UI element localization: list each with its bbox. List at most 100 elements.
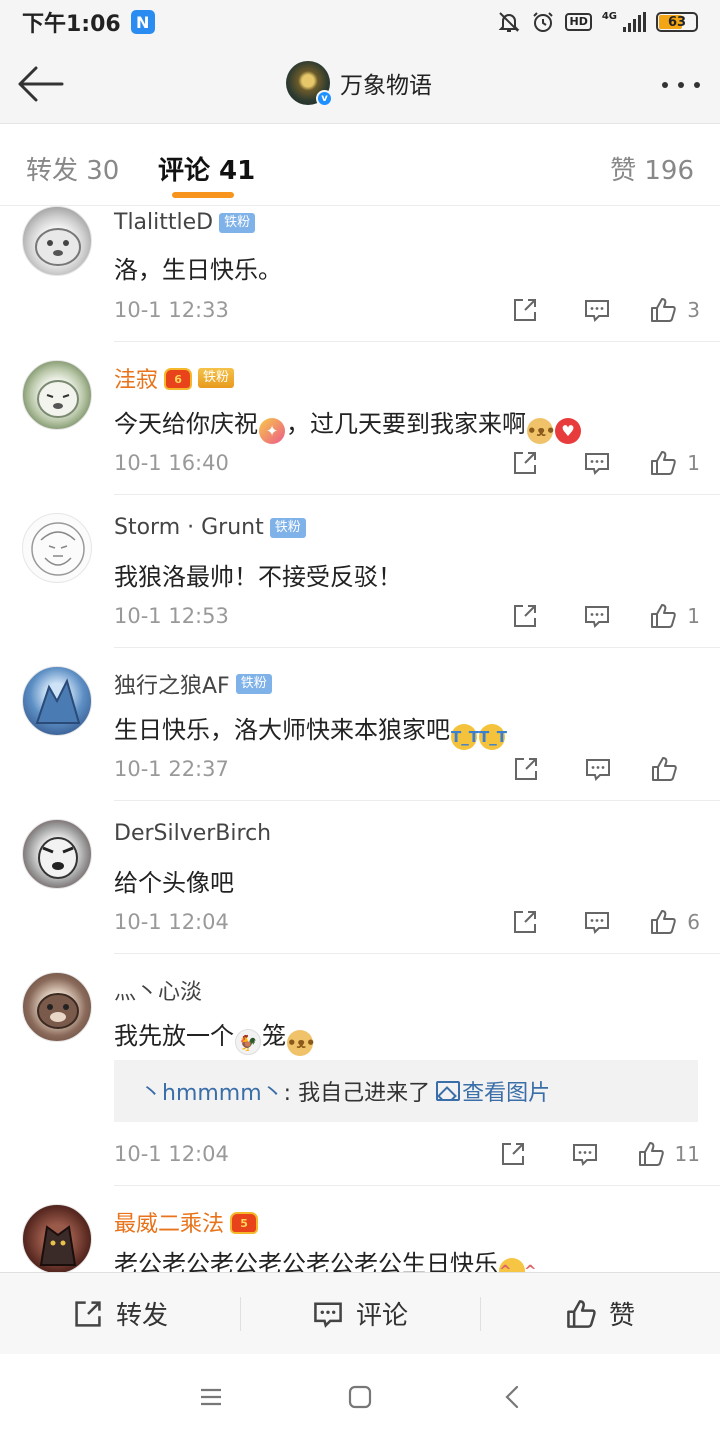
comment-list[interactable]: TlalittleD 铁粉 洛，生日快乐。 10-1 12:33 3 洼寂 6 … <box>0 206 720 1272</box>
comment-text: 老公老公老公老公老公老公生日快乐^‿^ <box>114 1244 537 1272</box>
top-nav-bar: v 万象物语 <box>0 44 720 124</box>
thumbs-up-icon <box>567 1299 596 1328</box>
like-count: 1 <box>687 451 700 475</box>
fan-badge: 铁粉 <box>198 368 235 388</box>
account-name[interactable]: 万象物语 <box>340 66 432 100</box>
signal-icon <box>623 12 646 32</box>
chicken-emoji-icon: 🐓 <box>235 1029 261 1055</box>
reply-icon[interactable] <box>583 296 611 324</box>
status-bar: 下午1:06 N HD 4G 63 <box>0 0 720 44</box>
thumbs-up-icon <box>651 604 677 628</box>
username[interactable]: TlalittleD <box>114 210 213 235</box>
home-icon[interactable] <box>347 1384 373 1410</box>
back-arrow-icon[interactable] <box>16 64 64 104</box>
comment-button[interactable]: 评论 <box>240 1273 480 1354</box>
share-icon[interactable] <box>499 1140 527 1168</box>
doge-emoji-icon: •ᴥ• <box>287 1030 315 1056</box>
battery-level: 63 <box>667 14 687 30</box>
like-count: 11 <box>674 1142 700 1166</box>
detail-tabs: 转发 30 评论 41 赞 196 <box>0 124 720 206</box>
reply-icon[interactable] <box>583 449 611 477</box>
crown-icon: 6 <box>164 366 193 390</box>
avatar[interactable] <box>22 206 92 276</box>
avatar[interactable] <box>22 360 92 430</box>
username[interactable]: 灬丶心淡 <box>114 974 202 1006</box>
comment-text: 我狼洛最帅！不接受反驳！ <box>114 563 402 591</box>
like-label: 赞 <box>608 1301 635 1331</box>
battery-icon: 63 <box>656 12 698 32</box>
back-icon[interactable] <box>500 1384 526 1410</box>
view-image-link[interactable]: 查看图片 <box>436 1075 550 1107</box>
avatar[interactable] <box>22 666 92 736</box>
reply-icon[interactable] <box>583 908 611 936</box>
thumbs-up-icon <box>651 451 677 475</box>
like-count: 3 <box>687 298 700 322</box>
comment-time: 10-1 12:53 <box>114 604 229 628</box>
fan-badge: 铁粉 <box>235 674 272 694</box>
comment-text: 我先放一个 🐓 笼•ᴥ• <box>114 1016 315 1056</box>
username[interactable]: DerSilverBirch <box>114 821 271 846</box>
like-button[interactable]: 6 <box>649 908 700 936</box>
comment-item: 最威二乘法 5 老公老公老公老公老公老公生日快乐^‿^ <box>0 1186 720 1272</box>
comment-text: 洛，生日快乐。 <box>114 256 282 284</box>
network-type: 4G <box>601 11 617 22</box>
comment-text: 今天给你庆祝 ✦ ，过几天要到我家来啊•ᴥ• ♥ <box>114 404 582 444</box>
thumbs-up-icon <box>651 298 677 322</box>
hug-emoji-icon: ^‿^ <box>499 1258 537 1272</box>
crying-emoji-icon: T_T <box>451 724 479 750</box>
reply-icon[interactable] <box>584 755 612 783</box>
status-time: 下午1:06 <box>22 12 121 37</box>
comment-text: 给个头像吧 <box>114 869 234 897</box>
alarm-icon <box>533 12 554 32</box>
like-button[interactable]: 1 <box>649 602 700 630</box>
reply-username[interactable]: 丶hmmmm丶 <box>140 1075 284 1107</box>
account-avatar[interactable]: v <box>286 61 333 107</box>
notification-app-icon: N <box>130 10 155 34</box>
sub-reply[interactable]: 丶hmmmm丶 : 我自己进来了 查看图片 <box>114 1060 698 1122</box>
crown-icon: 5 <box>230 1210 259 1234</box>
like-button[interactable] <box>650 755 700 783</box>
share-icon[interactable] <box>512 755 540 783</box>
more-options-icon[interactable] <box>662 82 700 88</box>
thumbs-up-icon <box>652 757 677 781</box>
tab-like[interactable]: 赞 196 <box>610 150 694 187</box>
avatar[interactable] <box>22 1204 92 1272</box>
tab-comment[interactable]: 评论 41 <box>158 150 255 187</box>
comment-item: DerSilverBirch 给个头像吧 10-1 12:04 6 <box>0 801 720 954</box>
username[interactable]: Storm · Grunt <box>114 515 264 540</box>
comment-item: Storm · Grunt 铁粉 我狼洛最帅！不接受反驳！ 10-1 12:53… <box>0 495 720 648</box>
comment-item: TlalittleD 铁粉 洛，生日快乐。 10-1 12:33 3 <box>0 206 720 342</box>
hd-icon: HD <box>565 13 592 31</box>
reply-icon[interactable] <box>583 602 611 630</box>
username[interactable]: 独行之狼AF <box>114 668 230 700</box>
like-button[interactable]: 3 <box>649 296 700 324</box>
reply-icon[interactable] <box>571 1140 599 1168</box>
share-icon[interactable] <box>511 296 539 324</box>
like-button[interactable]: 11 <box>637 1140 700 1168</box>
tab-repost[interactable]: 转发 30 <box>26 150 119 187</box>
comment-time: 10-1 12:33 <box>114 298 229 322</box>
verified-badge: v <box>316 90 333 107</box>
username[interactable]: 洼寂 <box>114 362 158 394</box>
bottom-action-bar: 转发 评论 赞 <box>0 1272 720 1354</box>
account-header[interactable]: v 万象物语 <box>286 61 432 107</box>
avatar[interactable] <box>22 513 92 583</box>
menu-icon[interactable] <box>198 1384 224 1410</box>
like-button[interactable]: 1 <box>649 449 700 477</box>
comment-time: 10-1 22:37 <box>114 757 229 781</box>
comment-time: 10-1 16:40 <box>114 451 229 475</box>
comment-item: 灬丶心淡 我先放一个 🐓 笼•ᴥ• 丶hmmmm丶 : 我自己进来了 查看图片 10… <box>0 954 720 1186</box>
comment-label: 评论 <box>355 1301 408 1331</box>
share-icon <box>75 1300 101 1327</box>
avatar[interactable] <box>22 972 92 1042</box>
share-icon[interactable] <box>511 602 539 630</box>
share-icon[interactable] <box>511 908 539 936</box>
like-post-button[interactable]: 赞 <box>480 1273 720 1354</box>
active-tab-indicator <box>172 192 234 198</box>
username[interactable]: 最威二乘法 <box>114 1206 224 1238</box>
comment-time: 10-1 12:04 <box>114 1142 229 1166</box>
repost-button[interactable]: 转发 <box>0 1273 240 1354</box>
like-count: 1 <box>687 604 700 628</box>
avatar[interactable] <box>22 819 92 889</box>
share-icon[interactable] <box>511 449 539 477</box>
